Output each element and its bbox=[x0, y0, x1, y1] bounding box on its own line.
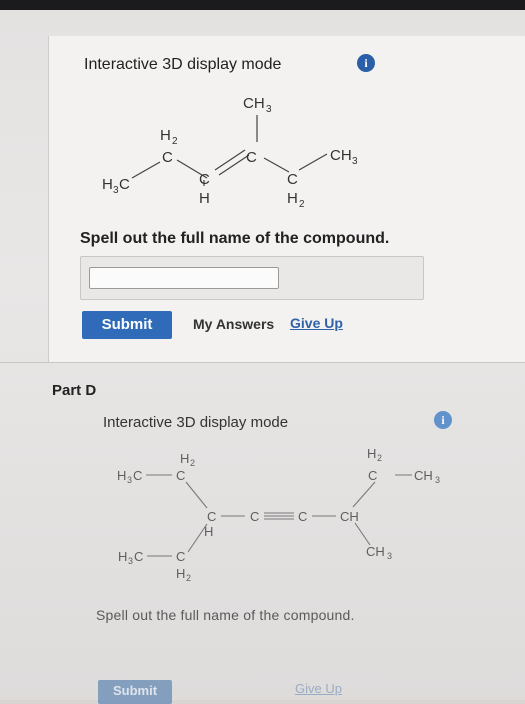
chem-label: C bbox=[133, 468, 142, 483]
chem-label: H bbox=[180, 451, 189, 466]
chem-label: C bbox=[176, 549, 185, 564]
chem-label: C bbox=[176, 468, 185, 483]
chem-label: 3 bbox=[127, 475, 132, 485]
chem-label: C bbox=[250, 509, 259, 524]
part-d-prompt: Spell out the full name of the compound. bbox=[96, 607, 355, 623]
submit-button-part-d[interactable]: Submit bbox=[98, 680, 172, 704]
chem-label: CH bbox=[340, 509, 359, 524]
chem-label: 3 bbox=[128, 556, 133, 566]
chem-label: H bbox=[118, 549, 127, 564]
chem-label: H bbox=[367, 446, 376, 461]
give-up-link-part-d[interactable]: Give Up bbox=[295, 681, 342, 696]
chem-label: 2 bbox=[190, 458, 195, 468]
chem-label: C bbox=[207, 509, 216, 524]
chem-label: 3 bbox=[435, 475, 440, 485]
chem-label: H bbox=[117, 468, 126, 483]
chem-label: C bbox=[134, 549, 143, 564]
chem-label: H bbox=[176, 566, 185, 581]
chem-label: 3 bbox=[387, 551, 392, 561]
part-d-structure: H 2 H 3 C C H 2 C CH 3 C C C CH H CH 3 H… bbox=[117, 446, 440, 583]
chem-label: H bbox=[204, 524, 213, 539]
chem-label: CH bbox=[366, 544, 385, 559]
chem-label: 2 bbox=[186, 573, 191, 583]
chem-label: C bbox=[368, 468, 377, 483]
chem-label: 2 bbox=[377, 453, 382, 463]
chem-label: C bbox=[298, 509, 307, 524]
chem-label: CH bbox=[414, 468, 433, 483]
